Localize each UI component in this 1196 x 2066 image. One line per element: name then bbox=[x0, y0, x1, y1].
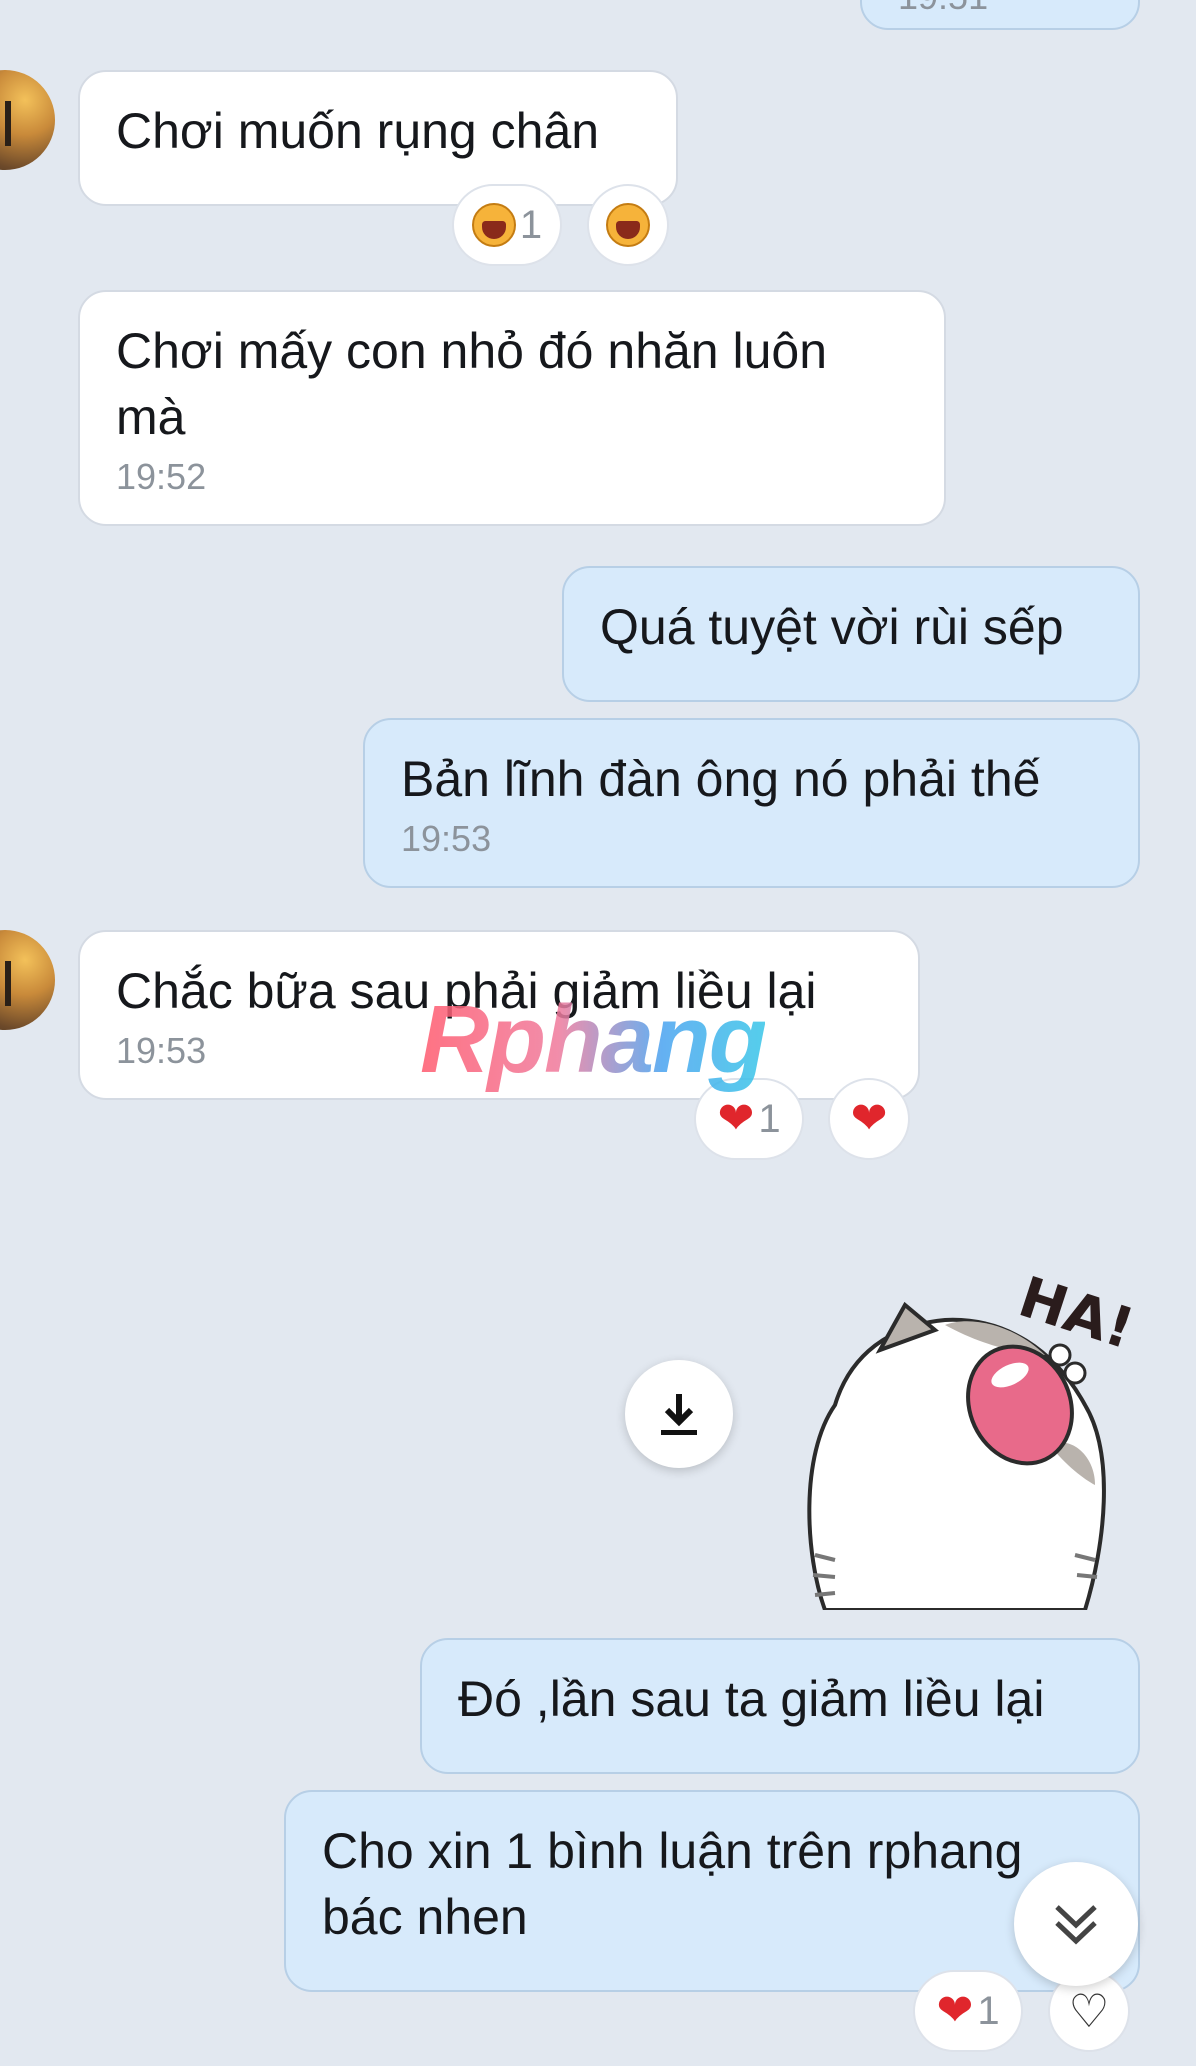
message-time: 19:52 bbox=[116, 456, 207, 497]
reaction-count: 1 bbox=[758, 1096, 781, 1141]
message-time: 19:53 bbox=[401, 818, 492, 859]
heart-icon: ❤ bbox=[850, 1094, 888, 1143]
watermark-logo: Rphang bbox=[420, 986, 767, 1093]
download-icon bbox=[661, 1394, 697, 1435]
message-bubble[interactable]: Đó ,lần sau ta giảm liều lại bbox=[420, 1638, 1140, 1774]
reaction-summary[interactable]: ❤ 1 bbox=[913, 1970, 1023, 2052]
message-text: Bản lĩnh đàn ông nó phải thế bbox=[401, 751, 1041, 807]
laugh-emoji-icon bbox=[606, 203, 650, 247]
heart-icon: ❤ bbox=[936, 1986, 974, 2035]
message-text: Cho xin 1 bình luận trên rphang bác nhen bbox=[322, 1823, 1023, 1945]
avatar[interactable] bbox=[0, 930, 55, 1030]
scroll-to-bottom-button[interactable] bbox=[1014, 1862, 1138, 1986]
laugh-emoji-icon bbox=[471, 203, 516, 247]
message-bubble[interactable]: Bản lĩnh đàn ông nó phải thế 19:53 bbox=[363, 718, 1140, 888]
cat-sticker-image[interactable]: HA! bbox=[795, 1255, 1145, 1610]
message-bubble[interactable]: Chơi muốn rụng chân bbox=[78, 70, 678, 206]
double-chevron-down-icon bbox=[1055, 1905, 1097, 1945]
add-reaction-button[interactable] bbox=[587, 184, 669, 266]
message-time: 19:51 bbox=[898, 0, 1102, 18]
avatar[interactable] bbox=[0, 70, 55, 170]
reaction-count: 1 bbox=[977, 1988, 1000, 2033]
message-bubble[interactable]: Cho xin 1 bình luận trên rphang bác nhen bbox=[284, 1790, 1140, 1992]
message-bubble[interactable]: Chơi mấy con nhỏ đó nhăn luôn mà 19:52 bbox=[78, 290, 946, 526]
download-button[interactable] bbox=[625, 1360, 733, 1468]
message-text: Đó ,lần sau ta giảm liều lại bbox=[458, 1671, 1045, 1727]
add-reaction-button[interactable]: ❤ bbox=[828, 1078, 910, 1160]
message-text: Quá tuyệt vời rùi sếp bbox=[600, 599, 1064, 655]
reaction-summary[interactable]: 1 bbox=[452, 184, 562, 266]
message-text: Chơi mấy con nhỏ đó nhăn luôn mà bbox=[116, 323, 828, 445]
heart-outline-icon: ♡ bbox=[1068, 1985, 1110, 2037]
message-bubble-partial[interactable]: 19:51 bbox=[860, 0, 1140, 30]
message-text: Chơi muốn rụng chân bbox=[116, 103, 600, 159]
reaction-count: 1 bbox=[519, 202, 543, 247]
message-bubble[interactable]: Quá tuyệt vời rùi sếp bbox=[562, 566, 1140, 702]
heart-icon: ❤ bbox=[717, 1094, 755, 1143]
